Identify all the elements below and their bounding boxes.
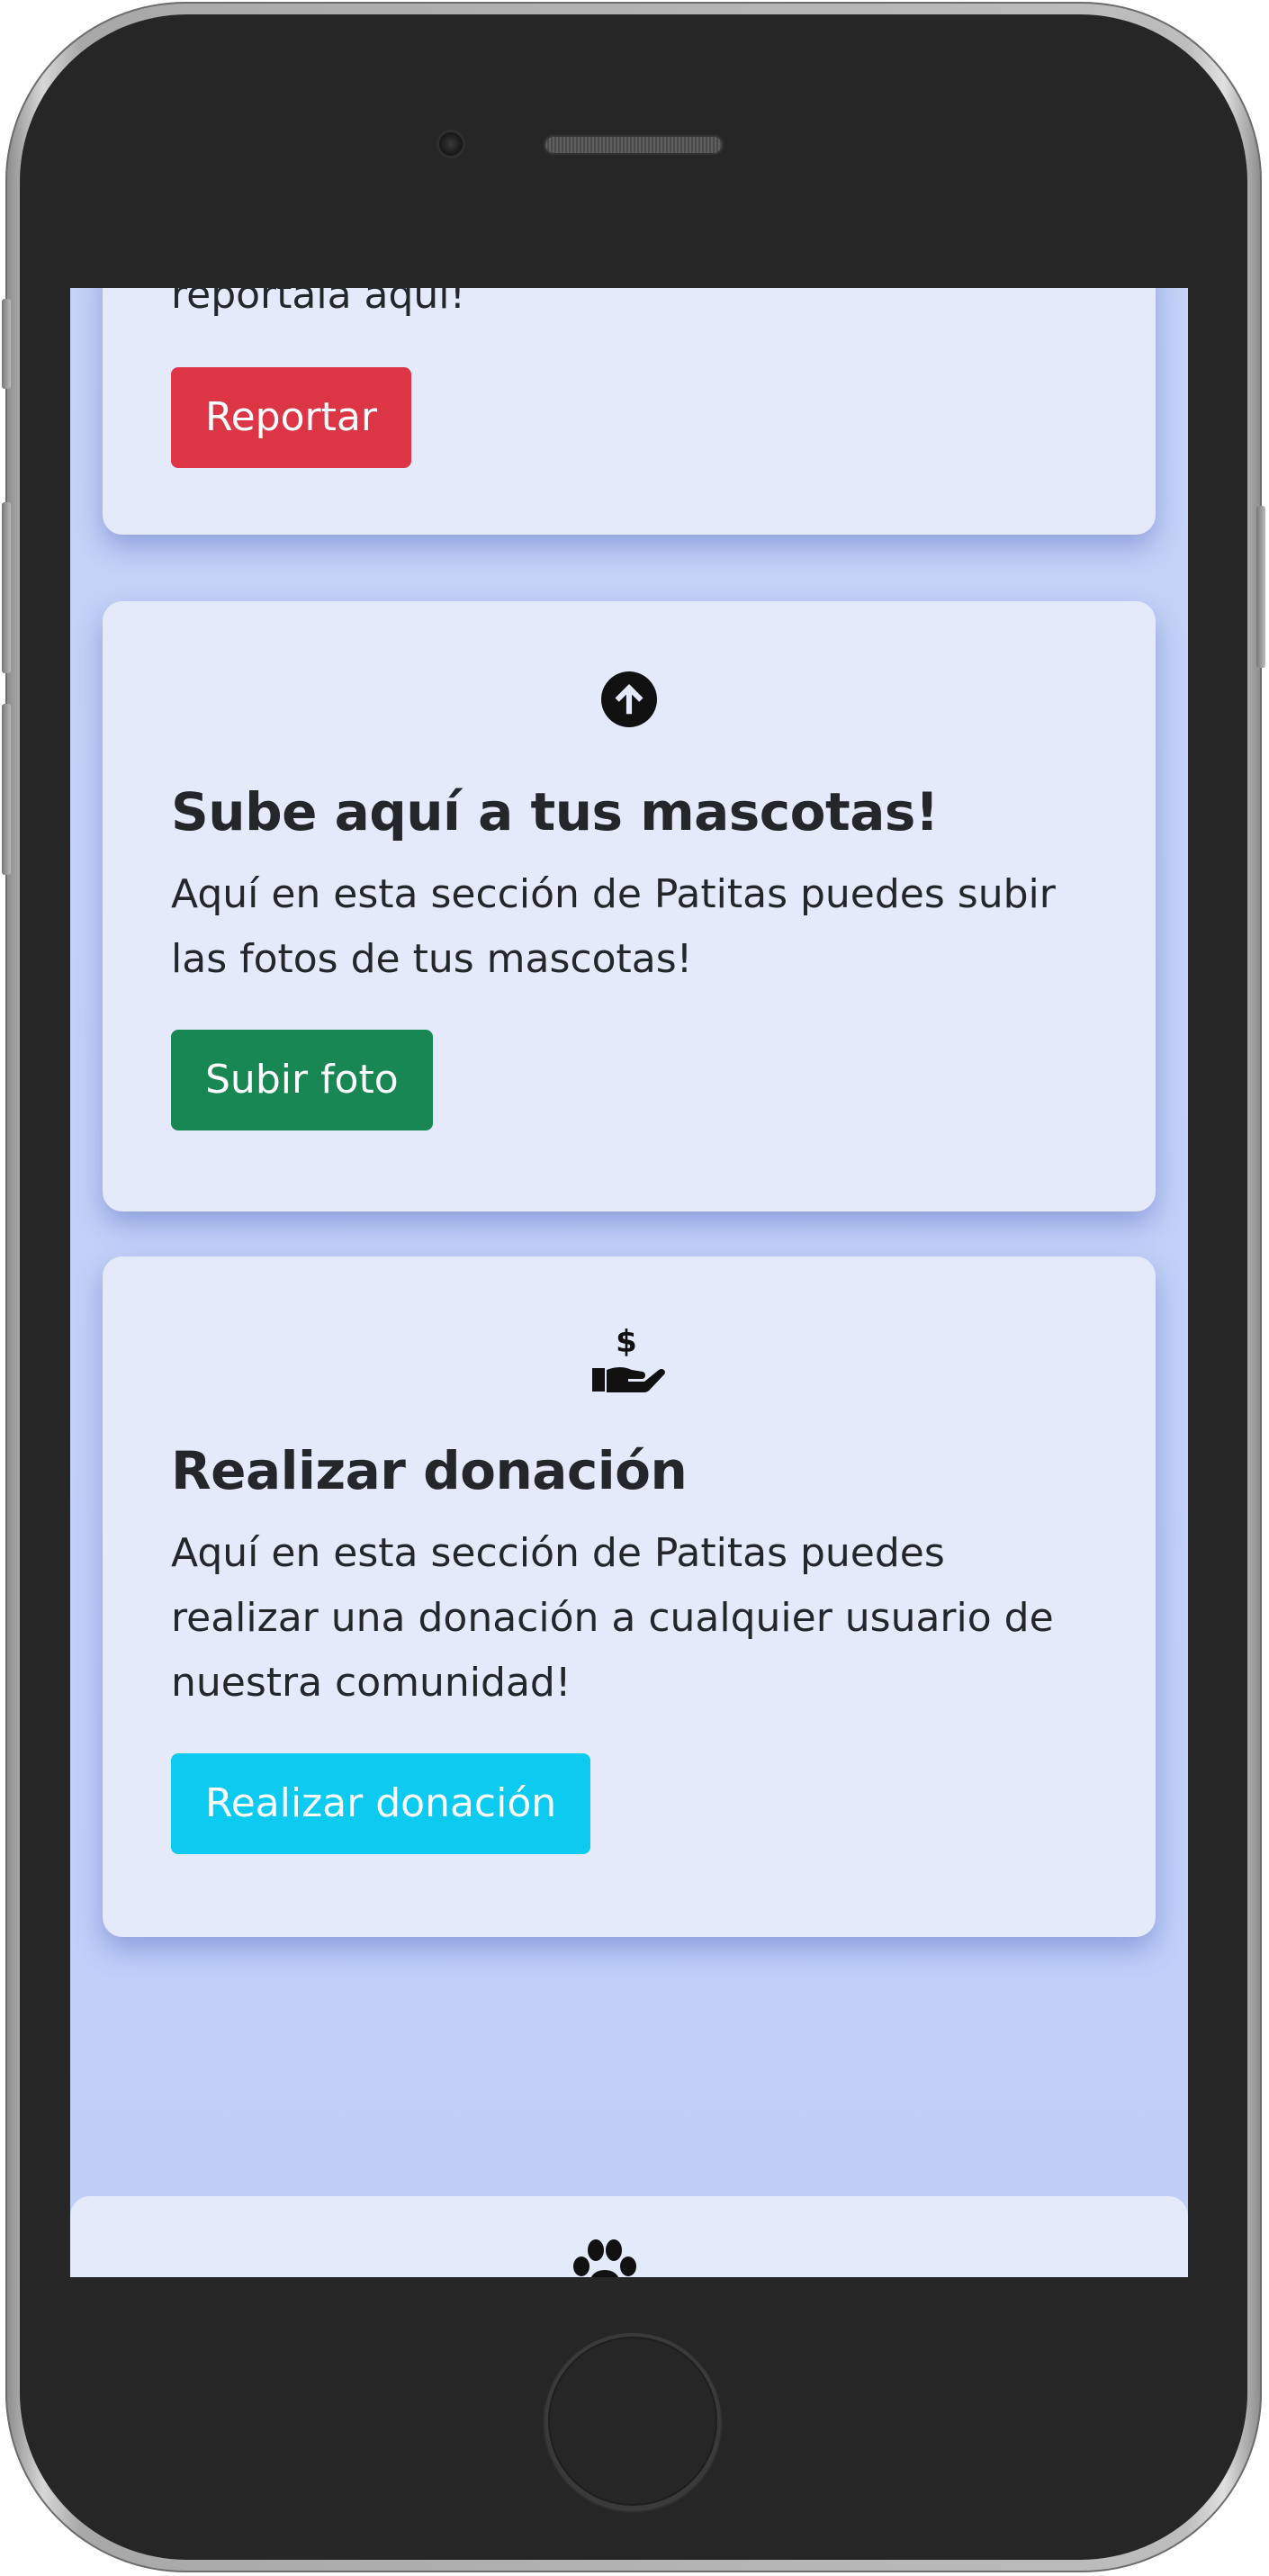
make-donation-button[interactable]: Realizar donación [171,1753,591,1854]
report-button[interactable]: Reportar [171,367,411,468]
app-screen: reportala aqui! Reportar Sube aquí a tus… [70,288,1188,2277]
bottom-card [70,2196,1188,2277]
front-camera [439,132,463,156]
home-button[interactable] [544,2333,721,2509]
donation-card-description: Aquí en esta sección de Patitas puedes r… [171,1530,1054,1706]
mute-switch [2,299,11,389]
report-card-text: reportala aqui! [171,288,466,318]
volume-down-button [2,704,11,875]
upload-card-description: Aquí en esta sección de Patitas puedes s… [171,871,1056,982]
upload-pets-card: Sube aquí a tus mascotas! Aquí en esta s… [103,601,1156,1211]
upload-card-title: Sube aquí a tus mascotas! [171,781,939,842]
paw-icon [569,2236,641,2277]
volume-up-button [2,502,11,673]
earpiece-speaker [544,135,724,155]
report-card: reportala aqui! Reportar [103,288,1156,535]
donation-card-title: Realizar donación [171,1440,688,1501]
upload-photo-button[interactable]: Subir foto [171,1030,433,1130]
hand-dollar-icon: $ [171,1256,1087,1393]
power-button [1256,506,1265,668]
arrow-up-circle-icon [171,601,1087,727]
svg-text:$: $ [616,1325,637,1360]
donation-card: $ Realizar donación Aquí en esta sección… [103,1256,1156,1937]
